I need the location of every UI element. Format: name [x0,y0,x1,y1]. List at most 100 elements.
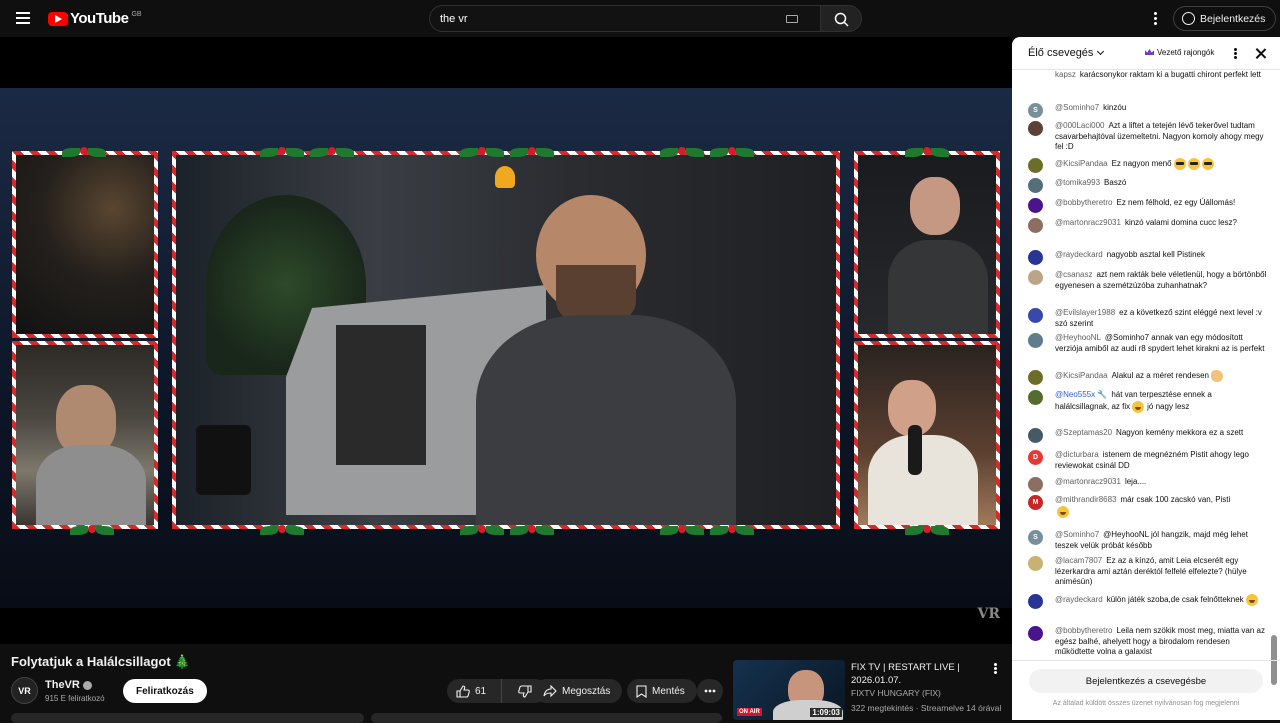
camera-tile-left-bottom [12,341,158,529]
chat-message-text: @000Laci000 Azt a liftet a tetején lévő t… [1055,121,1267,153]
chat-author[interactable]: @Szeptamas20 [1055,428,1112,437]
chat-author[interactable]: @bobbytheretro [1055,626,1113,635]
recommended-more-icon[interactable] [991,662,999,676]
chat-author[interactable]: @dicturbara [1055,450,1099,459]
chat-author[interactable]: @martonracz9031 [1055,477,1121,486]
muscle-emoji-icon [1210,370,1223,382]
chat-author[interactable]: @csanasz [1055,270,1092,279]
chat-avatar[interactable] [1028,477,1043,492]
channel-name-text[interactable]: TheVR [45,679,80,691]
more-horizontal-icon [704,689,716,693]
camera-tile-main [172,151,840,529]
chat-mode-dropdown[interactable]: Élő csevegés [1028,47,1105,59]
cool-emoji-icon [1187,158,1200,170]
recommended-channel[interactable]: FIXTV HUNGARY (FIX) [851,688,941,698]
chat-avatar[interactable] [1028,121,1043,136]
chat-avatar[interactable]: S [1028,530,1043,545]
youtube-logo[interactable]: YouTube GB [48,10,142,27]
chat-author[interactable]: @raydeckard [1055,595,1103,604]
comments-box[interactable] [371,713,722,723]
chat-author[interactable]: @raydeckard [1055,250,1103,259]
save-button[interactable]: Mentés [627,679,697,703]
chat-text: már csak 100 zacskó van, Pisti [1120,495,1231,504]
chat-text: Ez nagyon menő [1111,159,1172,169]
chat-author[interactable]: @Evilslayer1988 [1055,308,1115,317]
chat-author[interactable]: @HeyhooNL [1055,333,1101,342]
close-icon[interactable] [1254,47,1268,61]
chat-avatar[interactable] [1028,390,1043,405]
search-box[interactable] [429,5,821,32]
channel-avatar[interactable]: VR [11,677,38,704]
search-button[interactable] [820,5,862,32]
chat-avatar[interactable] [1028,218,1043,233]
subscriber-count: 915 E feliratkozó [45,694,105,703]
like-button[interactable]: 61 [447,679,502,703]
subscribe-button[interactable]: Feliratkozás [123,679,207,703]
chat-avatar[interactable] [1028,250,1043,265]
holly-decoration [460,145,504,159]
signin-button[interactable]: Bejelentkezés [1173,6,1277,31]
holly-decoration [660,145,704,159]
chat-text: Ez nem félhold, ez egy Úállomás! [1116,198,1236,207]
chat-avatar[interactable] [1028,556,1043,571]
like-count: 61 [475,685,487,697]
chat-author[interactable]: @Neo555x 🔧 [1055,390,1107,399]
chat-author[interactable]: @KicsiPandaa [1055,371,1108,380]
chat-author[interactable]: @KicsiPandaa [1055,159,1108,168]
chat-avatar[interactable] [1028,198,1043,213]
chat-message-text: @raydeckard nagyobb asztal kell Pistinek [1055,250,1267,261]
chat-login-button[interactable]: Bejelentkezés a csevegésbe [1029,669,1263,693]
description-box[interactable] [11,713,364,723]
chat-author[interactable]: @tomika993 [1055,178,1100,187]
chat-author[interactable]: @martonracz9031 [1055,218,1121,227]
holly-decoration [510,523,554,537]
search-input[interactable] [440,12,770,25]
chat-author[interactable]: @bobbytheretro [1055,198,1113,207]
chat-avatar[interactable] [1028,594,1043,609]
chat-avatar[interactable] [1028,308,1043,323]
channel-name[interactable]: TheVR [45,679,92,691]
chat-text: Alakul az a méret rendesen [1111,371,1209,381]
chat-avatar[interactable] [1028,370,1043,385]
chat-messages[interactable]: kapsz karácsonykor raktam ki a bugatti ch… [1012,70,1268,660]
chat-avatar[interactable]: M [1028,495,1043,510]
leaderboard-button[interactable]: Vezető rajongók [1145,48,1214,57]
chat-avatar[interactable] [1028,333,1043,348]
recommended-title[interactable]: FIX TV | RESTART LIVE | 2026.01.07. [851,661,981,687]
chevron-down-icon [1097,47,1105,56]
chat-avatar[interactable] [1028,626,1043,641]
holly-decoration [62,145,106,159]
keyboard-icon[interactable] [786,15,798,23]
share-button[interactable]: Megosztás [534,679,623,703]
top-bar: YouTube GB Bejelentkezés [0,0,1280,37]
chat-author[interactable]: @lacam7807 [1055,556,1102,565]
chat-more-icon[interactable] [1231,47,1239,61]
chat-avatar[interactable]: D [1028,450,1043,465]
chat-avatar[interactable]: S [1028,103,1043,118]
settings-more-icon[interactable] [1148,10,1162,28]
chat-author[interactable]: @mithrandir8683 [1055,495,1116,504]
chat-author[interactable]: kapsz [1055,70,1076,79]
chat-message-text: @tomika993 Baszó [1055,178,1267,189]
logo-text: YouTube [70,10,129,27]
chat-avatar[interactable] [1028,178,1043,193]
chat-avatar[interactable] [1028,158,1043,173]
chat-author[interactable]: @000Laci000 [1055,121,1105,130]
chat-text: Baszó [1104,178,1127,187]
menu-icon[interactable] [14,9,34,29]
video-player[interactable]: VR [0,37,1012,644]
recommended-thumbnail[interactable]: ON AIR 1:09:03 [733,660,845,720]
chat-message-text: @Neo555x 🔧 hát van terpesztése ennek a ha… [1055,390,1267,413]
holly-decoration [460,523,504,537]
chat-avatar[interactable] [1028,428,1043,443]
holly-decoration [510,145,554,159]
chat-author[interactable]: @Sominho7 [1055,530,1099,539]
chat-scrollbar[interactable] [1270,75,1278,685]
chat-avatar[interactable] [1028,270,1043,285]
chat-message-text: @lacam7807 Ez az a kínzó, amit Leia elcse… [1055,556,1267,588]
cool-emoji-icon [1173,158,1186,170]
grin-emoji-icon [1132,400,1145,413]
camera-tile-right-bottom [854,341,1000,529]
more-actions-button[interactable] [697,679,723,703]
chat-author[interactable]: @Sominho7 [1055,103,1099,112]
